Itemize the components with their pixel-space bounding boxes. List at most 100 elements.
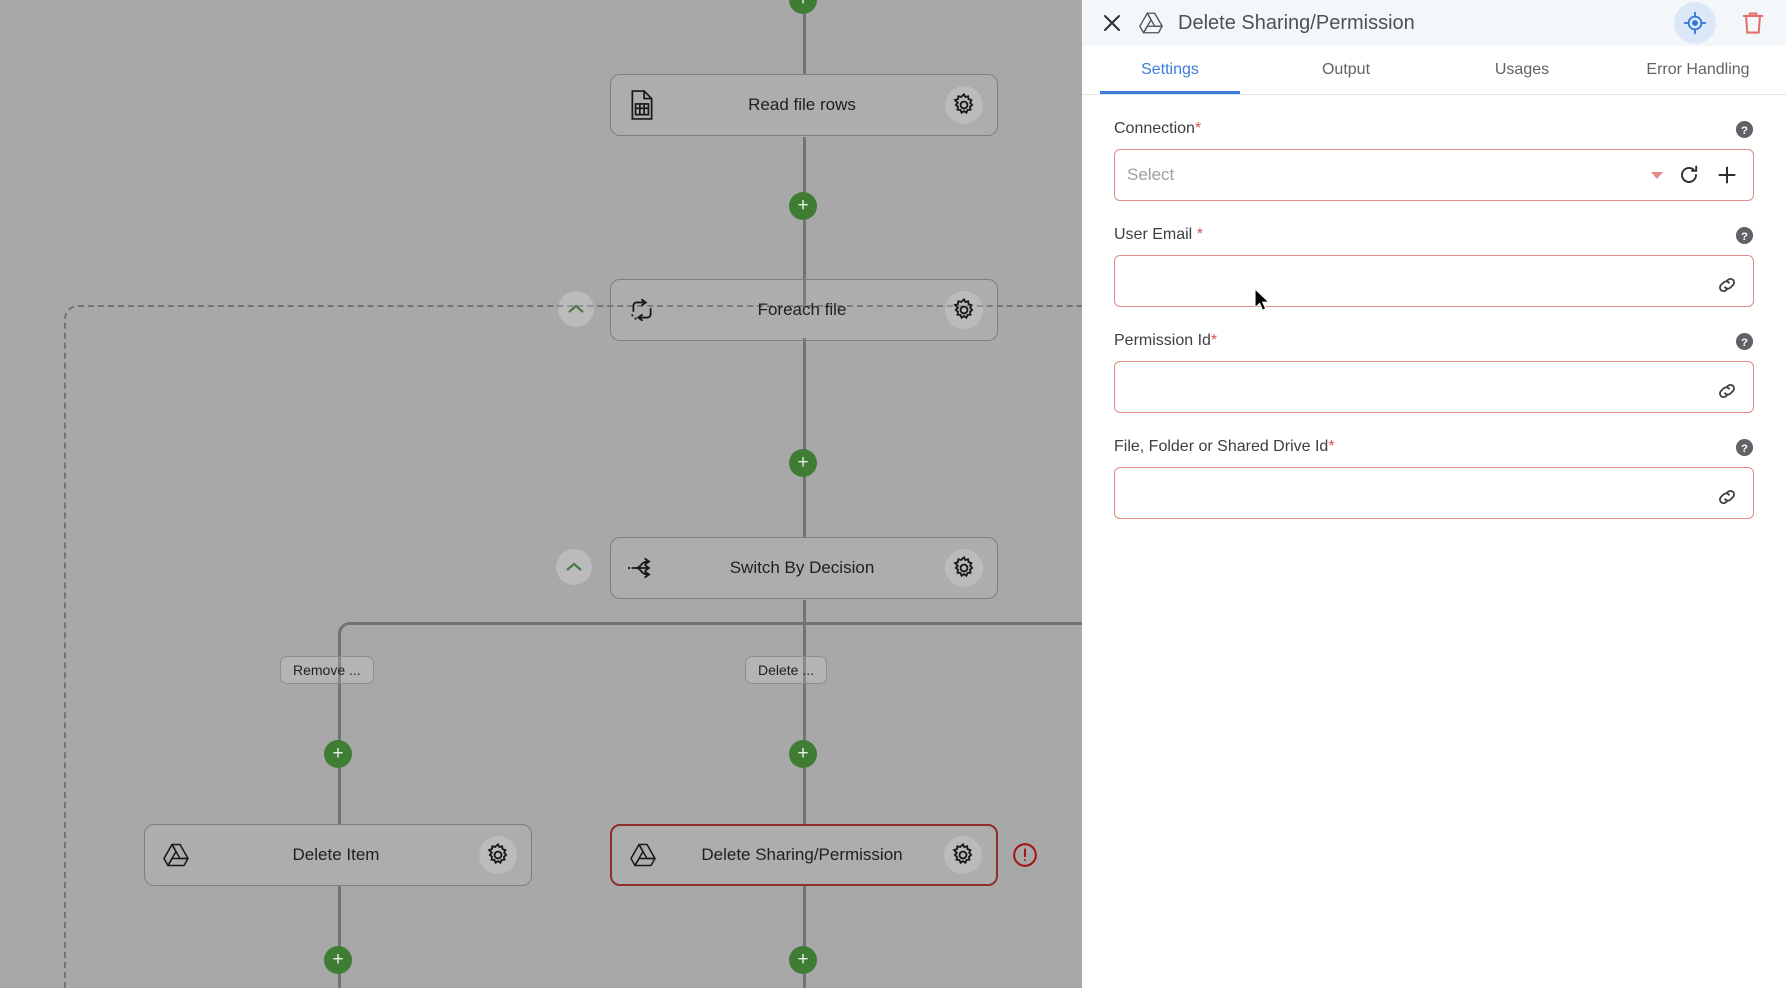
field-label-row: Connection* ? [1114,117,1754,141]
field-file-folder-shared-drive-id: File, Folder or Shared Drive Id* ? [1114,435,1754,519]
gear-icon[interactable] [944,836,982,874]
add-node-button-left-branch[interactable]: + [324,740,352,768]
edge-switch-to-branch-split [803,600,806,624]
svg-text:?: ? [1741,124,1748,136]
field-label: File, Folder or Shared Drive Id* [1114,438,1335,456]
branch-label-text: Delete ... [758,662,815,678]
svg-text:?: ? [1741,336,1748,348]
panel-title: Delete Sharing/Permission [1178,11,1415,34]
loop-icon [625,293,659,327]
node-title: Switch By Decision [729,558,875,577]
tab-label: Usages [1494,61,1550,78]
refresh-icon[interactable] [1677,163,1701,187]
tab-error-handling[interactable]: Error Handling [1610,46,1786,94]
svg-text:?: ? [1741,442,1748,454]
user-email-input[interactable] [1114,255,1754,307]
add-node-button-top[interactable]: + [789,0,817,14]
add-node-button-after-deletesharing[interactable]: + [789,946,817,974]
field-user-email: User Email * ? [1114,223,1754,307]
link-chain-icon[interactable] [1715,485,1739,509]
plus-icon: + [797,948,809,970]
locate-target-icon[interactable] [1674,2,1716,44]
link-chain-icon[interactable] [1715,273,1739,297]
tab-settings[interactable]: Settings [1082,46,1258,94]
close-icon[interactable] [1100,11,1124,35]
node-title: Read file rows [748,95,856,114]
panel-tabs: Settings Output Usages Error Handling [1082,46,1786,95]
connection-select[interactable]: Select [1114,149,1754,201]
settings-form: Connection* ? Select User Email * ? Perm… [1082,95,1786,988]
edge-right-branch-vertical [803,622,806,824]
field-label-row: Permission Id* ? [1114,329,1754,353]
add-node-button-after-readfilerows[interactable]: + [789,192,817,220]
svg-text:?: ? [1741,230,1748,242]
google-drive-icon [1138,10,1164,36]
tab-label: Error Handling [1646,61,1750,78]
gear-icon[interactable] [945,291,983,329]
spreadsheet-file-icon [625,88,659,122]
tab-usages[interactable]: Usages [1434,46,1610,94]
connection-actions [1651,163,1741,187]
link-chain-icon[interactable] [1715,379,1739,403]
field-label: Connection* [1114,120,1201,138]
edge-branch-corner-left [338,622,365,649]
help-circle-icon[interactable]: ? [1734,225,1754,245]
branch-label-delete[interactable]: Delete ... [745,656,828,684]
field-label-row: User Email * ? [1114,223,1754,247]
file-folder-shared-drive-id-input[interactable] [1114,467,1754,519]
trash-icon[interactable] [1738,8,1768,38]
gear-icon[interactable] [945,86,983,124]
help-circle-icon[interactable]: ? [1734,119,1754,139]
field-connection: Connection* ? Select [1114,117,1754,201]
node-switch-by-decision[interactable]: Switch By Decision [610,537,998,599]
required-asterisk: * [1194,120,1202,137]
plus-icon: + [797,451,809,473]
chevron-up-icon [566,562,582,571]
error-circle-icon[interactable] [1012,842,1038,868]
plus-icon: + [797,194,809,216]
branch-label-text: Remove ... [293,662,361,678]
collapse-toggle-foreach[interactable] [558,291,594,327]
connection-select-value: Select [1127,165,1175,184]
chevron-up-icon [568,304,584,313]
add-node-button-after-foreach[interactable]: + [789,449,817,477]
dropdown-caret-icon[interactable] [1651,171,1663,179]
field-label-row: File, Folder or Shared Drive Id* ? [1114,435,1754,459]
edge-branch-split-horizontal [350,622,1082,625]
tab-label: Settings [1141,61,1199,78]
field-label: User Email * [1114,226,1203,244]
node-delete-sharing-permission[interactable]: Delete Sharing/Permission [610,824,998,886]
required-asterisk: * [1196,226,1203,243]
required-asterisk: * [1328,438,1335,455]
field-permission-id: Permission Id* ? [1114,329,1754,413]
gear-icon[interactable] [945,549,983,587]
plus-icon: + [797,0,808,9]
field-label-text: File, Folder or Shared Drive Id [1114,438,1329,455]
branch-label-remove[interactable]: Remove ... [280,656,374,684]
node-read-file-rows[interactable]: Read file rows [610,74,998,136]
gear-icon[interactable] [479,836,517,874]
add-node-button-after-deleteitem[interactable]: + [324,946,352,974]
add-plus-icon[interactable] [1715,163,1739,187]
help-circle-icon[interactable]: ? [1734,437,1754,457]
plus-icon: + [332,742,344,764]
field-label-text: Permission Id [1114,332,1211,349]
field-label-text: Connection [1114,120,1195,137]
field-label: Permission Id* [1114,332,1217,350]
tab-output[interactable]: Output [1258,46,1434,94]
app-root: + + + + + + + Read file rows [0,0,1786,988]
plus-icon: + [332,948,344,970]
plus-icon: + [797,742,809,764]
tab-label: Output [1321,61,1371,78]
help-circle-icon[interactable]: ? [1734,331,1754,351]
field-label-text: User Email [1114,226,1197,243]
add-node-button-right-branch[interactable]: + [789,740,817,768]
permission-id-input[interactable] [1114,361,1754,413]
edge-foreach-to-switch [803,338,806,538]
node-delete-item[interactable]: Delete Item [144,824,532,886]
collapse-toggle-switch[interactable] [556,549,592,585]
node-foreach-file[interactable]: Foreach file [610,279,998,341]
workflow-canvas[interactable]: + + + + + + + Read file rows [0,0,1082,988]
node-title: Delete Sharing/Permission [701,845,903,864]
google-drive-icon [626,838,660,872]
